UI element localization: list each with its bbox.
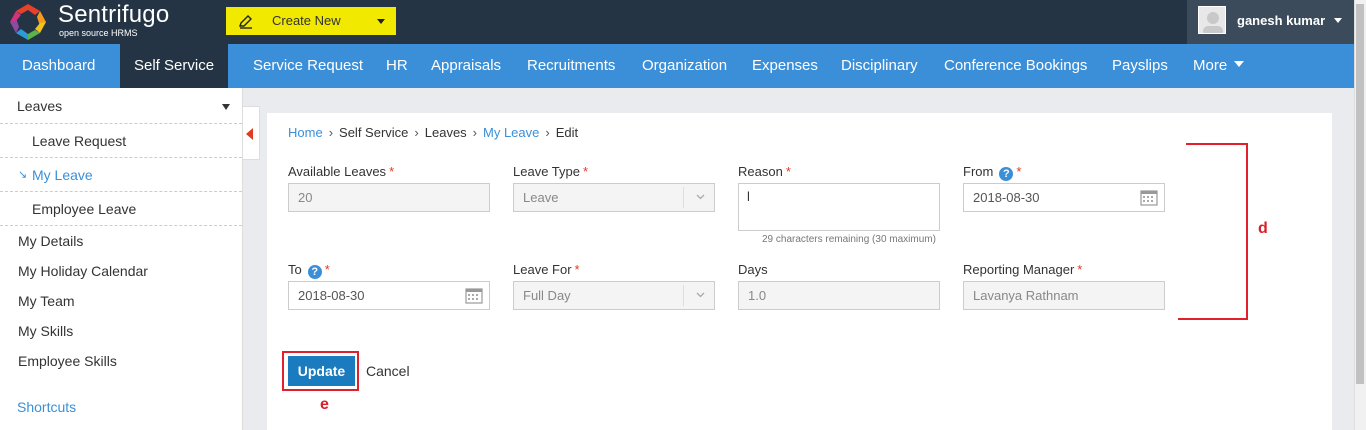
calendar-icon[interactable] xyxy=(465,287,483,304)
sidebar-section-leaves[interactable]: Leaves xyxy=(0,92,242,124)
create-new-button[interactable]: Create New xyxy=(226,7,396,35)
nav-recruitments[interactable]: Recruitments xyxy=(527,44,615,88)
to-label: To? * xyxy=(288,262,330,279)
sidebar-shortcuts-heading: Shortcuts xyxy=(17,399,77,415)
leave-for-select[interactable]: Full Day xyxy=(513,281,715,310)
nav-more[interactable]: More xyxy=(1193,44,1245,88)
pen-icon xyxy=(239,15,252,29)
to-date-field[interactable]: 2018-08-30 xyxy=(288,281,490,310)
reason-char-hint: 29 characters remaining (30 maximum) xyxy=(762,234,936,245)
top-bar: Sentrifugo open source HRMS Create New g… xyxy=(0,0,1366,44)
sidebar-item-my-details[interactable]: My Details xyxy=(18,233,83,249)
nav-appraisals[interactable]: Appraisals xyxy=(431,44,501,88)
chevron-down-icon xyxy=(377,19,385,24)
nav-service-request[interactable]: Service Request xyxy=(253,44,363,88)
nav-hr[interactable]: HR xyxy=(386,44,408,88)
reporting-manager-label: Reporting Manager * xyxy=(963,262,1083,277)
annotation-label-d: d xyxy=(1258,220,1268,237)
help-icon[interactable]: ? xyxy=(999,167,1014,181)
breadcrumb: Home › Self Service › Leaves › My Leave › Edit xyxy=(288,125,579,140)
avatar xyxy=(1198,6,1226,34)
sidebar-item-my-team[interactable]: My Team xyxy=(18,293,75,309)
chevron-down-icon xyxy=(1334,18,1342,23)
reason-label: Reason * xyxy=(738,164,791,179)
reason-textarea[interactable]: l xyxy=(738,183,940,231)
cancel-link[interactable]: Cancel xyxy=(366,363,410,379)
brand-name: Sentrifugo xyxy=(58,1,170,28)
chevron-down-icon xyxy=(222,104,230,110)
content-card xyxy=(267,113,1332,430)
leave-type-label: Leave Type * xyxy=(513,164,589,179)
main-nav: Dashboard Self Service Service Request H… xyxy=(0,44,1354,88)
chevron-down-icon xyxy=(1234,61,1245,68)
leave-type-select[interactable]: Leave xyxy=(513,183,715,212)
annotation-bracket xyxy=(1178,318,1248,320)
annotation-box-e xyxy=(282,351,359,391)
sidebar: Leaves Leave Request ↘ My Leave Employee… xyxy=(0,88,243,430)
nav-organization[interactable]: Organization xyxy=(642,44,727,88)
logo-icon xyxy=(10,4,46,40)
chevron-down-icon xyxy=(696,292,705,298)
brand-tagline: open source HRMS xyxy=(59,28,138,38)
available-leaves-label: Available Leaves * xyxy=(288,164,395,179)
arrow-down-right-icon: ↘ xyxy=(18,169,28,181)
annotation-bracket xyxy=(1246,143,1248,320)
from-date-value: 2018-08-30 xyxy=(973,190,1040,205)
sidebar-item-leave-request[interactable]: Leave Request xyxy=(0,124,242,158)
reporting-manager-field: Lavanya Rathnam xyxy=(963,281,1165,310)
collapse-left-icon xyxy=(246,128,253,140)
user-menu[interactable]: ganesh kumar xyxy=(1187,0,1354,44)
annotation-label-e: e xyxy=(320,396,329,413)
breadcrumb-self-service: Self Service xyxy=(339,125,409,140)
scrollbar-thumb[interactable] xyxy=(1356,4,1364,384)
help-icon[interactable]: ? xyxy=(307,265,322,279)
days-label: Days xyxy=(738,262,768,277)
from-date-field[interactable]: 2018-08-30 xyxy=(963,183,1165,212)
nav-payslips[interactable]: Payslips xyxy=(1112,44,1168,88)
calendar-icon[interactable] xyxy=(1140,189,1158,206)
days-field: 1.0 xyxy=(738,281,940,310)
from-label: From? * xyxy=(963,164,1022,181)
sidebar-item-employee-skills[interactable]: Employee Skills xyxy=(18,353,117,369)
leave-for-label: Leave For * xyxy=(513,262,580,277)
user-name: ganesh kumar xyxy=(1237,13,1326,28)
nav-conference-bookings[interactable]: Conference Bookings xyxy=(944,44,1087,88)
nav-self-service[interactable]: Self Service xyxy=(120,44,229,88)
sidebar-item-my-skills[interactable]: My Skills xyxy=(18,323,73,339)
leave-for-value: Full Day xyxy=(523,288,571,303)
chevron-down-icon xyxy=(696,194,705,200)
sidebar-item-label: My Leave xyxy=(32,167,93,183)
breadcrumb-my-leave[interactable]: My Leave xyxy=(483,125,539,140)
sidebar-item-employee-leave[interactable]: Employee Leave xyxy=(0,192,242,226)
breadcrumb-leaves: Leaves xyxy=(424,125,467,140)
sidebar-collapse-toggle[interactable] xyxy=(243,106,260,160)
breadcrumb-home[interactable]: Home xyxy=(288,125,323,140)
nav-expenses[interactable]: Expenses xyxy=(752,44,818,88)
sidebar-item-my-leave[interactable]: ↘ My Leave xyxy=(0,158,242,192)
leave-type-value: Leave xyxy=(523,190,559,205)
nav-disciplinary[interactable]: Disciplinary xyxy=(841,44,918,88)
create-new-label: Create New xyxy=(272,13,341,28)
nav-dashboard[interactable]: Dashboard xyxy=(22,44,95,88)
sidebar-item-holiday-calendar[interactable]: My Holiday Calendar xyxy=(18,263,148,279)
annotation-bracket xyxy=(1186,143,1248,145)
to-date-value: 2018-08-30 xyxy=(298,288,365,303)
nav-more-label: More xyxy=(1193,57,1228,74)
sidebar-section-label: Leaves xyxy=(17,98,63,114)
breadcrumb-edit: Edit xyxy=(555,125,579,140)
available-leaves-field: 20 xyxy=(288,183,490,212)
